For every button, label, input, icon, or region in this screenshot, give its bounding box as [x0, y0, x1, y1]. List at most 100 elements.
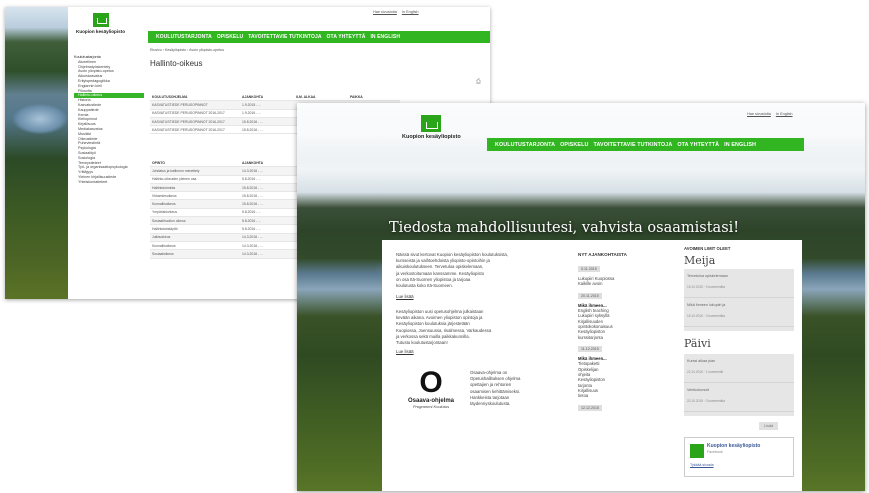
table-cell[interactable]: Sosiaalioikeus: [150, 252, 240, 256]
news-line[interactable]: Kaikille avoin: [578, 281, 602, 286]
blog-post-title[interactable]: Mikä ihmeen lukupiiri ja: [684, 303, 794, 308]
search-site-link[interactable]: Hae sivustolta: [373, 10, 397, 14]
table-cell[interactable]: KASVATUSTIEDE PERUSOPINNOT 2016-2017: [150, 128, 240, 132]
table-cell[interactable]: Virkamiesoikeus: [150, 194, 240, 198]
news-title[interactable]: Mikä ihmeen...: [578, 303, 607, 308]
table-cell[interactable]: KASVATUSTIEDE PERUSOPINNOT 2016-2017: [150, 120, 240, 124]
blog-section-title: Meija: [684, 254, 716, 267]
blog-posts-box: Kurssi alkaa pian 22.10.2015 · 1 kommentt…: [684, 354, 794, 416]
nav-item[interactable]: KOULUTUSTARJONTA: [495, 142, 555, 148]
nav-item[interactable]: OTA YHTEYTTÄ: [677, 142, 719, 148]
logo-house-icon: [421, 115, 442, 132]
front-screenshot: Hae sivustolta In English Kuopion kesäyl…: [297, 103, 865, 491]
table-cell: 15.8.2016 - ...: [242, 193, 263, 198]
blog-post[interactable]: Kurssi alkaa pian 22.10.2015 · 1 kommentt…: [684, 354, 794, 383]
table-row[interactable]: Sosiaalihuollon oikeus 5.8.2016 - ...: [150, 217, 300, 226]
nav-item[interactable]: OTA YHTEYTTÄ: [327, 34, 366, 40]
table-cell: 1.9.2016 - ...: [242, 111, 262, 116]
table-row[interactable]: Ympäristöoikeus 5.8.2016 - ...: [150, 209, 300, 218]
nav-item[interactable]: IN ENGLISH: [724, 142, 756, 148]
front-logo[interactable]: Kuopion kesäyliopisto: [402, 115, 461, 140]
table-cell[interactable]: Kunnallisoikeus: [150, 202, 240, 206]
table-row[interactable]: Sosiaalioikeus 14.3.2016 - ...: [150, 250, 300, 259]
intro-text: Näissä sivut kertovat Kuopion kesäyliopi…: [396, 252, 566, 289]
front-content-panel: Näissä sivut kertovat Kuopion kesäyliopi…: [382, 240, 802, 491]
table-cell: 15.8.2016 - ...: [242, 185, 263, 190]
table-cell[interactable]: KASVATUSTIEDE PERUSOPINNOT: [150, 103, 240, 107]
facebook-widget[interactable]: Kuopion kesäyliopisto Facebook Tykkää si…: [684, 437, 794, 477]
table-row[interactable]: Hallintolainkäyttö 5.8.2016 - ...: [150, 225, 300, 234]
news-line[interactable]: kurssitarjonta: [578, 335, 603, 340]
osaava-text: Osaava-ohjelma on Opetushallituksen ohjel…: [470, 370, 560, 407]
table-cell[interactable]: KASVATUSTIEDE PERUSOPINNOT 2016-2017: [150, 111, 240, 115]
facebook-page-name[interactable]: Kuopion kesäyliopisto: [707, 443, 760, 449]
blog-post-meta: 15.10.2015 · 0 kommenttia: [687, 313, 725, 318]
table-cell: 15.8.2016 - ...: [242, 119, 263, 124]
table-cell: 14.3.2016 - ...: [242, 235, 263, 240]
facebook-like-link[interactable]: Tykkää sivusta: [690, 463, 714, 467]
more-button[interactable]: Lisää: [759, 422, 779, 430]
print-icon[interactable]: ⎙: [476, 79, 481, 86]
table-row[interactable]: Kunnallisoikeus 14.3.2016 - ...: [150, 242, 300, 251]
table-header-cell: AJANKOHTA: [242, 160, 264, 165]
blog-post-title[interactable]: Kurssi alkaa pian: [684, 359, 794, 364]
english-link[interactable]: In English: [402, 10, 419, 14]
blog-post-title[interactable]: Verkkokurssit: [684, 388, 794, 393]
read-more-link[interactable]: Lue lisää: [396, 349, 414, 354]
table-header-cell: ILM. ALKAA: [296, 94, 316, 99]
blog-post-title[interactable]: Tervetuloa opiskelemaan: [684, 274, 794, 279]
text-line: Tutustu koulutustarjontaan!: [396, 340, 448, 346]
news-date: 11.12.2015: [578, 345, 602, 352]
table-cell[interactable]: Hallintolainkäyttö: [150, 227, 240, 231]
read-more-link[interactable]: Lue lisää: [396, 294, 414, 299]
table-header-cell: KOULUTUSOHJELMA: [152, 94, 188, 99]
front-main-nav: KOULUTUSTARJONTA OPISKELU TAVOITETTAVIE …: [487, 138, 804, 151]
table-cell[interactable]: Hallinto-oikeuden yleinen osa: [150, 177, 240, 181]
table-cell[interactable]: Johdatus ja hallinnon menettely: [150, 169, 240, 173]
table-row[interactable]: Virkamiesoikeus 15.8.2016 - ...: [150, 192, 300, 201]
table-cell[interactable]: Ympäristöoikeus: [150, 210, 240, 214]
nav-item[interactable]: OPISKELU: [217, 34, 243, 40]
blog-post[interactable]: Verkkokurssit 22.10.2015 · 0 kommenttia: [684, 383, 794, 412]
back-sidebar: Koulutustarjonta Alueellinen Ohjelmatyöske…: [74, 55, 144, 185]
table-cell[interactable]: Sosiaalihuollon oikeus: [150, 219, 240, 223]
back-logo[interactable]: Kuopion kesäyliopisto: [76, 13, 125, 34]
page-title: Hallinto-oikeus: [150, 59, 203, 68]
news-line[interactable]: tietoa: [578, 393, 588, 398]
osaava-subtitle: Programmi Koulutus: [412, 404, 450, 409]
table-cell[interactable]: Julkisoikeus: [150, 235, 240, 239]
table-cell[interactable]: Kunnallisoikeus: [150, 244, 240, 248]
table-row[interactable]: Kunnallisoikeus 15.8.2016 - ...: [150, 200, 300, 209]
table-cell: 14.3.2016 - ...: [242, 251, 263, 256]
logo-text: Kuopion kesäyliopisto: [76, 29, 126, 34]
nav-item[interactable]: TAVOITETTAVIE TUTKINTOJA: [593, 142, 672, 148]
table-row[interactable]: Hallinto-oikeuden yleinen osa 5.8.2016 - …: [150, 176, 300, 184]
blog-post[interactable]: Tervetuloa opiskelemaan 15.10.2015 · 0 ko…: [684, 269, 794, 298]
english-link[interactable]: In English: [776, 112, 793, 116]
nav-item[interactable]: OPISKELU: [560, 142, 588, 148]
table-cell: 14.3.2016 - ...: [242, 243, 263, 248]
blog-post[interactable]: Mikä ihmeen lukupiiri ja 15.10.2015 · 0 k…: [684, 298, 794, 327]
table-row[interactable]: Hallintotoiminta 15.8.2016 - ...: [150, 183, 300, 193]
facebook-page-logo: [690, 444, 704, 458]
news-title[interactable]: Mikä ihmeen...: [578, 356, 607, 361]
front-top-links: Hae sivustolta In English: [747, 112, 793, 116]
nav-item[interactable]: IN ENGLISH: [370, 34, 400, 40]
table-cell: 1.9.2015 - ...: [242, 102, 262, 107]
osaava-logo[interactable]: O Osaava-ohjelma Programmi Koulutus: [396, 368, 466, 410]
hero-slogan: Tiedosta mahdollisuutesi, vahvista osaam…: [389, 220, 740, 236]
nav-item[interactable]: KOULUTUSTARJONTA: [156, 34, 212, 40]
blog-post-meta: 15.10.2015 · 0 kommenttia: [687, 284, 725, 289]
nav-item[interactable]: TAVOITETTAVIE TUTKINTOJA: [248, 34, 321, 40]
search-site-link[interactable]: Hae sivustolta: [747, 112, 771, 116]
sidebar-item[interactable]: Yhteiskuntatieteet: [74, 180, 144, 185]
table-row[interactable]: Johdatus ja hallinnon menettely 14.3.2016…: [150, 167, 300, 176]
table-header-cell: AJANKOHTA: [242, 94, 264, 99]
back-main-nav: KOULUTUSTARJONTA OPISKELU TAVOITETTAVIE …: [148, 31, 490, 43]
text-line: täydennyskoulutusta.: [470, 401, 511, 407]
blog-post-meta: 22.10.2015 · 1 kommentti: [687, 369, 724, 374]
table-cell[interactable]: Hallintotoiminta: [150, 186, 240, 190]
lake-photo-strip: [5, 7, 68, 299]
table-row[interactable]: Julkisoikeus 14.3.2016 - ...: [150, 233, 300, 242]
back-top-links: Hae sivustolta In English: [373, 10, 419, 14]
